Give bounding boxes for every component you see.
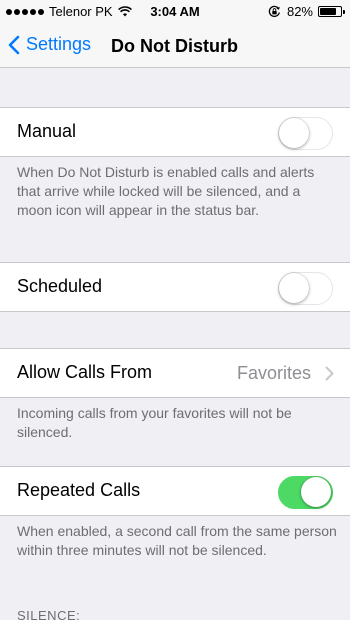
manual-label: Manual xyxy=(17,121,77,141)
chevron-right-icon xyxy=(325,366,334,381)
toggle-knob xyxy=(301,477,331,507)
repeated-calls-footer: When enabled, a second call from the sam… xyxy=(17,523,337,558)
scheduled-label: Scheduled xyxy=(17,276,103,296)
status-bar: Telenor PK 3:04 AM 82% xyxy=(0,0,350,22)
repeated-calls-label: Repeated Calls xyxy=(17,480,141,500)
back-button[interactable]: Settings xyxy=(8,34,91,55)
navigation-bar: Settings Do Not Disturb xyxy=(0,22,350,68)
battery-fill xyxy=(320,8,337,15)
allow-calls-footer: Incoming calls from your favorites will … xyxy=(17,405,292,440)
toggle-knob xyxy=(279,273,309,303)
rotation-lock-icon xyxy=(268,5,280,18)
scheduled-toggle[interactable] xyxy=(278,272,333,305)
page-title: Do Not Disturb xyxy=(111,36,238,56)
allow-calls-from-label: Allow Calls From xyxy=(17,362,153,382)
back-button-label: Settings xyxy=(26,34,92,54)
status-right: 82% xyxy=(268,4,345,19)
repeated-calls-cell: Repeated Calls xyxy=(0,466,350,516)
battery-percent: 82% xyxy=(286,4,313,19)
battery-icon xyxy=(318,6,345,17)
manual-footer: When Do Not Disturb is enabled calls and… xyxy=(17,164,315,218)
silence-section-header: SILENCE: xyxy=(17,608,81,620)
scheduled-cell: Scheduled xyxy=(0,262,350,312)
chevron-left-icon xyxy=(8,35,20,54)
manual-toggle[interactable] xyxy=(278,117,333,150)
allow-calls-from-cell[interactable]: Allow Calls From Favorites xyxy=(0,348,350,398)
allow-calls-from-value: Favorites xyxy=(236,363,311,383)
manual-cell: Manual xyxy=(0,107,350,157)
toggle-knob xyxy=(279,118,309,148)
repeated-calls-toggle[interactable] xyxy=(278,476,333,509)
